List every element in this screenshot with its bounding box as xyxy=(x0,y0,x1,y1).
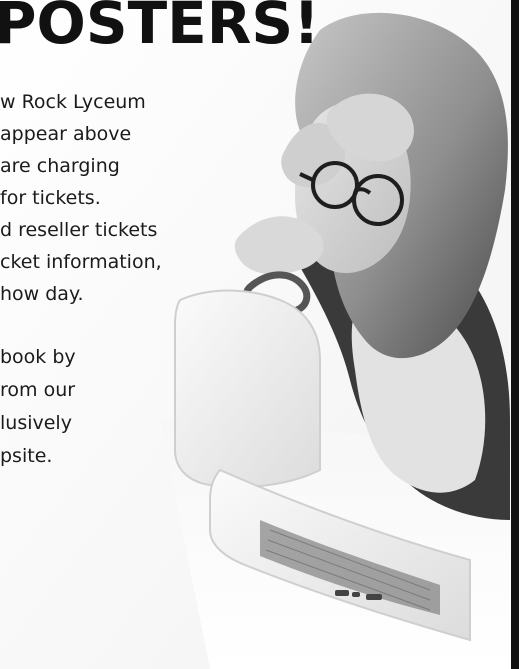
paragraph-2-line-1: book by xyxy=(0,346,76,368)
headline: POSTERS! xyxy=(0,0,320,57)
paragraph-2-line-3: lusively xyxy=(0,412,72,434)
paragraph-1-line-1: w Rock Lyceum xyxy=(0,91,146,113)
paragraph-1-line-2: appear above xyxy=(0,123,132,145)
laptop-port-2 xyxy=(352,592,360,597)
paragraph-1-line-6: cket information, xyxy=(0,251,162,273)
paragraph-1-line-4: for tickets. xyxy=(0,187,101,209)
paragraph-1-line-3: are charging xyxy=(0,155,120,177)
poster-page: POSTERS! w Rock Lyceum appear above are … xyxy=(0,0,519,669)
laptop-lid xyxy=(174,289,321,488)
page-right-border xyxy=(511,0,519,669)
paragraph-2-line-2: rom our xyxy=(0,379,76,401)
laptop-port-1 xyxy=(335,590,349,596)
laptop-port-3 xyxy=(366,594,382,600)
paragraph-2-line-4: psite. xyxy=(0,445,53,467)
paragraph-1-line-5: d reseller tickets xyxy=(0,219,158,241)
paragraph-1-line-7: how day. xyxy=(0,283,84,305)
